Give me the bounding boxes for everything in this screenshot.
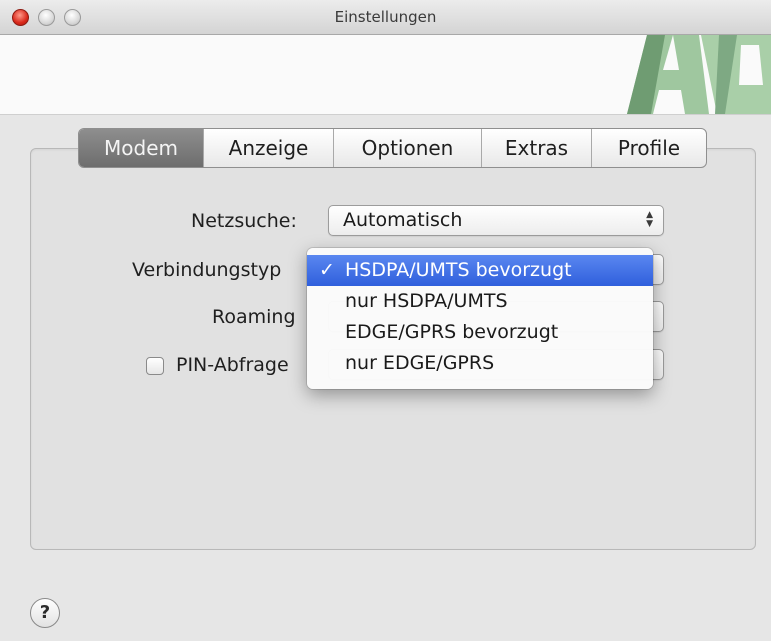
tab-anzeige[interactable]: Anzeige: [203, 129, 333, 167]
netzsuche-label: Netzsuche:: [191, 210, 297, 232]
netzsuche-popup[interactable]: Automatisch ▲ ▼: [328, 205, 664, 236]
help-button[interactable]: ?: [30, 598, 60, 628]
menu-item-hsdpa-umts-bevorzugt[interactable]: ✓ HSDPA/UMTS bevorzugt: [307, 255, 653, 286]
application-logo-icon: [627, 35, 771, 114]
header-band: [0, 35, 771, 115]
checkmark-icon: ✓: [319, 259, 335, 281]
tab-modem[interactable]: Modem: [79, 129, 203, 167]
title-bar[interactable]: Einstellungen: [0, 0, 771, 35]
menu-item-label: HSDPA/UMTS bevorzugt: [345, 259, 572, 281]
netzsuche-value: Automatisch: [343, 209, 463, 231]
tab-extras[interactable]: Extras: [481, 129, 591, 167]
tab-profile[interactable]: Profile: [591, 129, 706, 167]
pin-abfrage-checkbox[interactable]: [146, 357, 164, 375]
updown-arrows-icon: ▲ ▼: [646, 210, 653, 229]
tab-optionen[interactable]: Optionen: [333, 129, 481, 167]
menu-item-nur-edge-gprs[interactable]: nur EDGE/GPRS: [307, 348, 653, 379]
window-title: Einstellungen: [334, 8, 437, 26]
menu-item-edge-gprs-bevorzugt[interactable]: EDGE/GPRS bevorzugt: [307, 317, 653, 348]
tab-bar: Modem Anzeige Optionen Extras Profile: [78, 128, 707, 168]
preferences-window: Einstellungen Modem Anzeige Optionen Ext…: [0, 0, 771, 641]
pin-abfrage-label: PIN-Abfrage: [176, 354, 289, 376]
roaming-label: Roaming: [212, 306, 296, 328]
verbindungstyp-menu: ✓ HSDPA/UMTS bevorzugt nur HSDPA/UMTS ED…: [307, 248, 653, 389]
menu-item-label: EDGE/GPRS bevorzugt: [345, 321, 559, 343]
verbindungstyp-label: Verbindungstyp: [132, 259, 282, 281]
menu-item-nur-hsdpa-umts[interactable]: nur HSDPA/UMTS: [307, 286, 653, 317]
menu-item-label: nur EDGE/GPRS: [345, 352, 495, 374]
menu-item-label: nur HSDPA/UMTS: [345, 290, 508, 312]
